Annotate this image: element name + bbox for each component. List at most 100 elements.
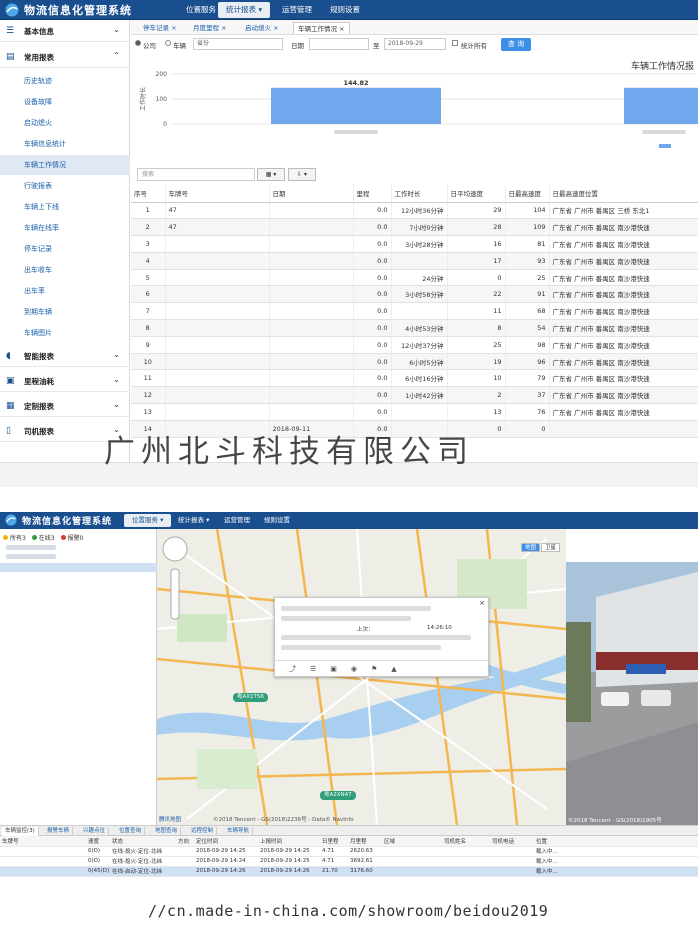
sidebar-item-online-rate[interactable]: 车辆在线率 (24, 223, 59, 233)
y-tick-label: 0 (163, 121, 167, 128)
sidebar-item-online-offline[interactable]: 车辆上下线 (24, 202, 59, 212)
nav-location-service[interactable]: 位置服务 ▾ (124, 514, 172, 527)
tree-node[interactable] (6, 554, 56, 559)
query-button[interactable]: 查 询 (501, 38, 531, 51)
satellite-mode-button[interactable]: 卫星 (541, 543, 561, 552)
vehicle-marker[interactable]: 粤AX1T56 (233, 693, 268, 702)
tree-node[interactable] (6, 545, 56, 550)
chart-bar[interactable] (624, 87, 698, 124)
stat-all-checkbox[interactable] (452, 40, 458, 46)
column-header[interactable]: 定位时间 (194, 836, 258, 847)
nav-rules[interactable]: 规则设置 (322, 2, 368, 18)
nav-operations[interactable]: 运营管理 (274, 2, 320, 18)
table-row[interactable]: 1 47 0.0 12小时36分钟 29 104 广东省 广州市 番禺区 三桥 东北1 (131, 202, 698, 220)
company-input[interactable]: 省份 (193, 38, 283, 50)
column-header[interactable]: 日里程 (320, 836, 348, 847)
table-row[interactable]: 3 0.0 3小时28分钟 16 81 广东省 广州市 番禺区 南沙港快速 (131, 235, 698, 253)
sidebar-item-history-track[interactable]: 历史轨迹 (24, 76, 52, 86)
column-header[interactable]: 日期 (269, 184, 354, 203)
nav-statistics[interactable]: 统计报表 ▾ (218, 2, 271, 18)
tab-navigation[interactable]: 车辆导航 (224, 827, 254, 836)
column-header[interactable]: 区域 (382, 836, 442, 847)
sidebar-section-mileage[interactable]: ▣ 里程油耗 ⌄ (0, 370, 130, 392)
table-row[interactable]: 4 0.0 17 93 广东省 广州市 番禺区 南沙港快速 (131, 252, 698, 270)
table-row[interactable]: 5 0.0 24分钟 0 25 广东省 广州市 番禺区 南沙港快速 (131, 269, 698, 287)
radio-vehicle[interactable] (165, 40, 171, 46)
column-header[interactable]: 状态 (110, 836, 176, 847)
column-header[interactable]: 日最高速度 (505, 184, 550, 203)
export-button[interactable]: ⇩ ▾ (288, 168, 316, 181)
close-icon[interactable]: × (479, 599, 485, 607)
sidebar-section-custom[interactable]: ▦ 定制报表 ⌄ (0, 395, 130, 417)
tab-remote-control[interactable]: 远程控制 (188, 827, 218, 836)
table-row[interactable]: 2 47 0.0 7小时0分钟 28 109 广东省 广州市 番禺区 南沙港快速 (131, 218, 698, 237)
table-row[interactable]: 6 0.0 3小时58分钟 22 91 广东省 广州市 番禺区 南沙港快速 (131, 285, 698, 304)
table-row[interactable]: 8 0.0 4小时53分钟 8 54 广东省 广州市 番禺区 南沙港快速 (131, 319, 698, 337)
sidebar-item-parking[interactable]: 停车记录 (24, 244, 52, 254)
sidebar-item-vehicle-info[interactable]: 车辆信息统计 (24, 139, 66, 149)
sidebar-item-ignition[interactable]: 启动熄火 (24, 118, 52, 128)
table-cell: 0.0 (353, 269, 392, 287)
vehicle-marker[interactable]: 粤A2XN47 (320, 791, 356, 800)
columns-button[interactable]: ▦ ▾ (257, 168, 285, 181)
tab-vehicle-work[interactable]: 车辆工作情况 × (293, 22, 350, 34)
table-row[interactable]: 9 0.0 12小时37分钟 25 98 广东省 广州市 番禺区 南沙港快速 (131, 336, 698, 354)
sidebar-item-vehicle-photo[interactable]: 车辆图片 (24, 328, 52, 338)
chart-bar[interactable] (271, 87, 441, 124)
tree-node-selected[interactable] (0, 563, 157, 572)
table-row[interactable]: 11 0.0 6小时16分钟 10 79 广东省 广州市 番禺区 南沙港快速 (131, 369, 698, 388)
photo-copyright: ©2018 Tencent - GS(2018)1905号 (568, 818, 662, 824)
tab-map-query[interactable]: 地图查询 (152, 827, 182, 836)
column-header[interactable]: 速度 (86, 836, 110, 847)
sidebar-section-smart[interactable]: ◖ 智能报表 ⌄ (0, 345, 130, 367)
column-header[interactable]: 月里程 (348, 836, 382, 847)
table-row[interactable]: 0(D) 在线-熄火-定位-北纬 2018-09-29 14:24 2018-09-2… (0, 856, 698, 867)
column-header[interactable]: 车牌号 (0, 836, 86, 847)
map-view[interactable]: 地图 卫星 腾讯地图 ©2018 Tencent - GS(2018)2236号… (157, 529, 566, 825)
tab-alarm-vehicles[interactable]: 报警车辆 (44, 827, 74, 836)
sidebar-section-basic[interactable]: ☰ 基本信息 ⌄ (0, 20, 130, 42)
sidebar-item-driving-report[interactable]: 行驶报表 (24, 181, 52, 191)
nav-operations[interactable]: 运营管理 (216, 514, 258, 527)
column-header[interactable]: 司机电话 (490, 836, 534, 847)
table-cell (269, 202, 354, 220)
column-header[interactable]: 司机姓名 (442, 836, 490, 847)
table-row[interactable]: 0(45(D)) 在线-启动-定位-北纬 2018-09-29 14:26 2018-… (0, 866, 698, 877)
sidebar-item-dispatch[interactable]: 出车收车 (24, 265, 52, 275)
start-date-input[interactable] (309, 38, 369, 50)
table-row[interactable]: 7 0.0 11 68 广东省 广州市 番禺区 南沙港快速 (131, 302, 698, 321)
column-header[interactable]: 日最高速度位置 (549, 184, 698, 203)
tab-parking[interactable]: 停车记录 × (139, 22, 181, 34)
end-date-input[interactable]: 2018-09-29 (384, 38, 446, 50)
column-header[interactable]: 日平均速度 (447, 184, 506, 203)
search-input[interactable]: 搜索 (137, 168, 255, 181)
table-row[interactable]: 10 0.0 6小时5分钟 19 96 广东省 广州市 番禺区 南沙港快速 (131, 353, 698, 371)
tab-monthly-mileage[interactable]: 月度里程 × (189, 22, 231, 34)
map-mode-button[interactable]: 地图 (521, 543, 541, 552)
tab-poi[interactable]: 兴趣点位 (80, 827, 110, 836)
nav-statistics[interactable]: 统计报表 ▾ (170, 514, 217, 527)
table-row[interactable]: 12 0.0 1小时42分钟 2 37 广东省 广州市 番禺区 南沙港快速 (131, 386, 698, 405)
column-header[interactable]: 上报时间 (258, 836, 320, 847)
column-header[interactable]: 序号 (131, 184, 166, 203)
column-header[interactable]: 位置 (534, 836, 698, 847)
sidebar-item-vehicle-work[interactable]: 车辆工作情况 (24, 160, 66, 170)
sidebar-section-common[interactable]: ▤ 常用报表 ⌃ (0, 46, 130, 68)
sidebar-item-expired[interactable]: 到期车辆 (24, 307, 52, 317)
table-cell (269, 269, 354, 287)
nav-rules[interactable]: 规则设置 (256, 514, 298, 527)
column-header[interactable]: 里程 (353, 184, 392, 203)
table-row[interactable]: 13 0.0 13 76 广东省 广州市 番禺区 南沙港快速 (131, 403, 698, 421)
column-header[interactable]: 方向 (176, 836, 194, 847)
radio-company[interactable] (135, 40, 141, 46)
column-header[interactable]: 车牌号 (165, 184, 270, 203)
tab-vehicle-monitor[interactable]: 车辆监控(3) (2, 827, 39, 836)
tab-location-query[interactable]: 位置查询 (116, 827, 146, 836)
sidebar-item-device-fault[interactable]: 设备故障 (24, 97, 52, 107)
table-cell: 2 (447, 386, 506, 405)
table-row[interactable]: 0(D) 在线-熄火-定位-北纬 2018-09-29 14:25 2018-09-2… (0, 846, 698, 857)
column-header[interactable]: 工作时长 (391, 184, 448, 203)
popup-actions[interactable]: ⤴☰▣◉⚑▲ (275, 660, 488, 676)
tab-ignition[interactable]: 启动熄火 × (241, 22, 283, 34)
sidebar-item-dispatch-rate[interactable]: 出车率 (24, 286, 45, 296)
